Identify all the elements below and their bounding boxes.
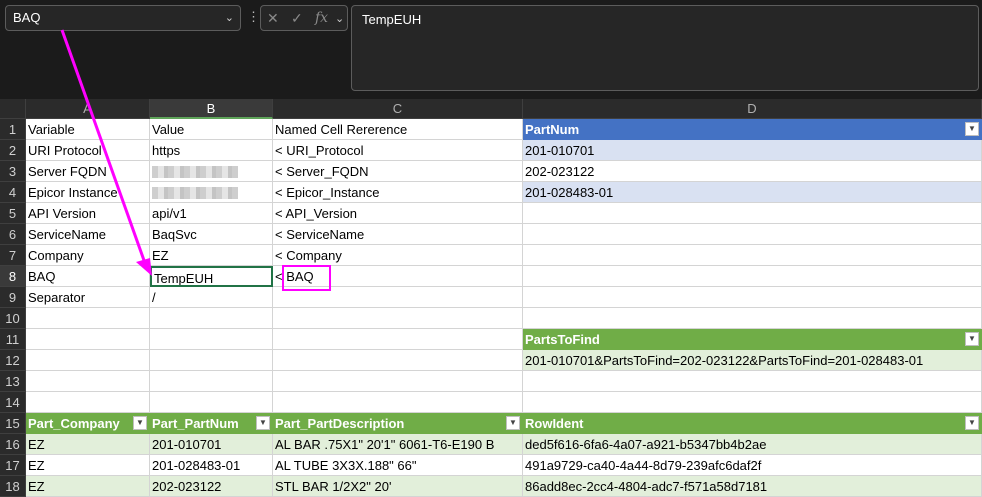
arrow-line [60,29,148,267]
annotation-highlight-box [282,265,331,291]
arrow-head [136,258,152,276]
annotation-arrow [60,29,152,276]
